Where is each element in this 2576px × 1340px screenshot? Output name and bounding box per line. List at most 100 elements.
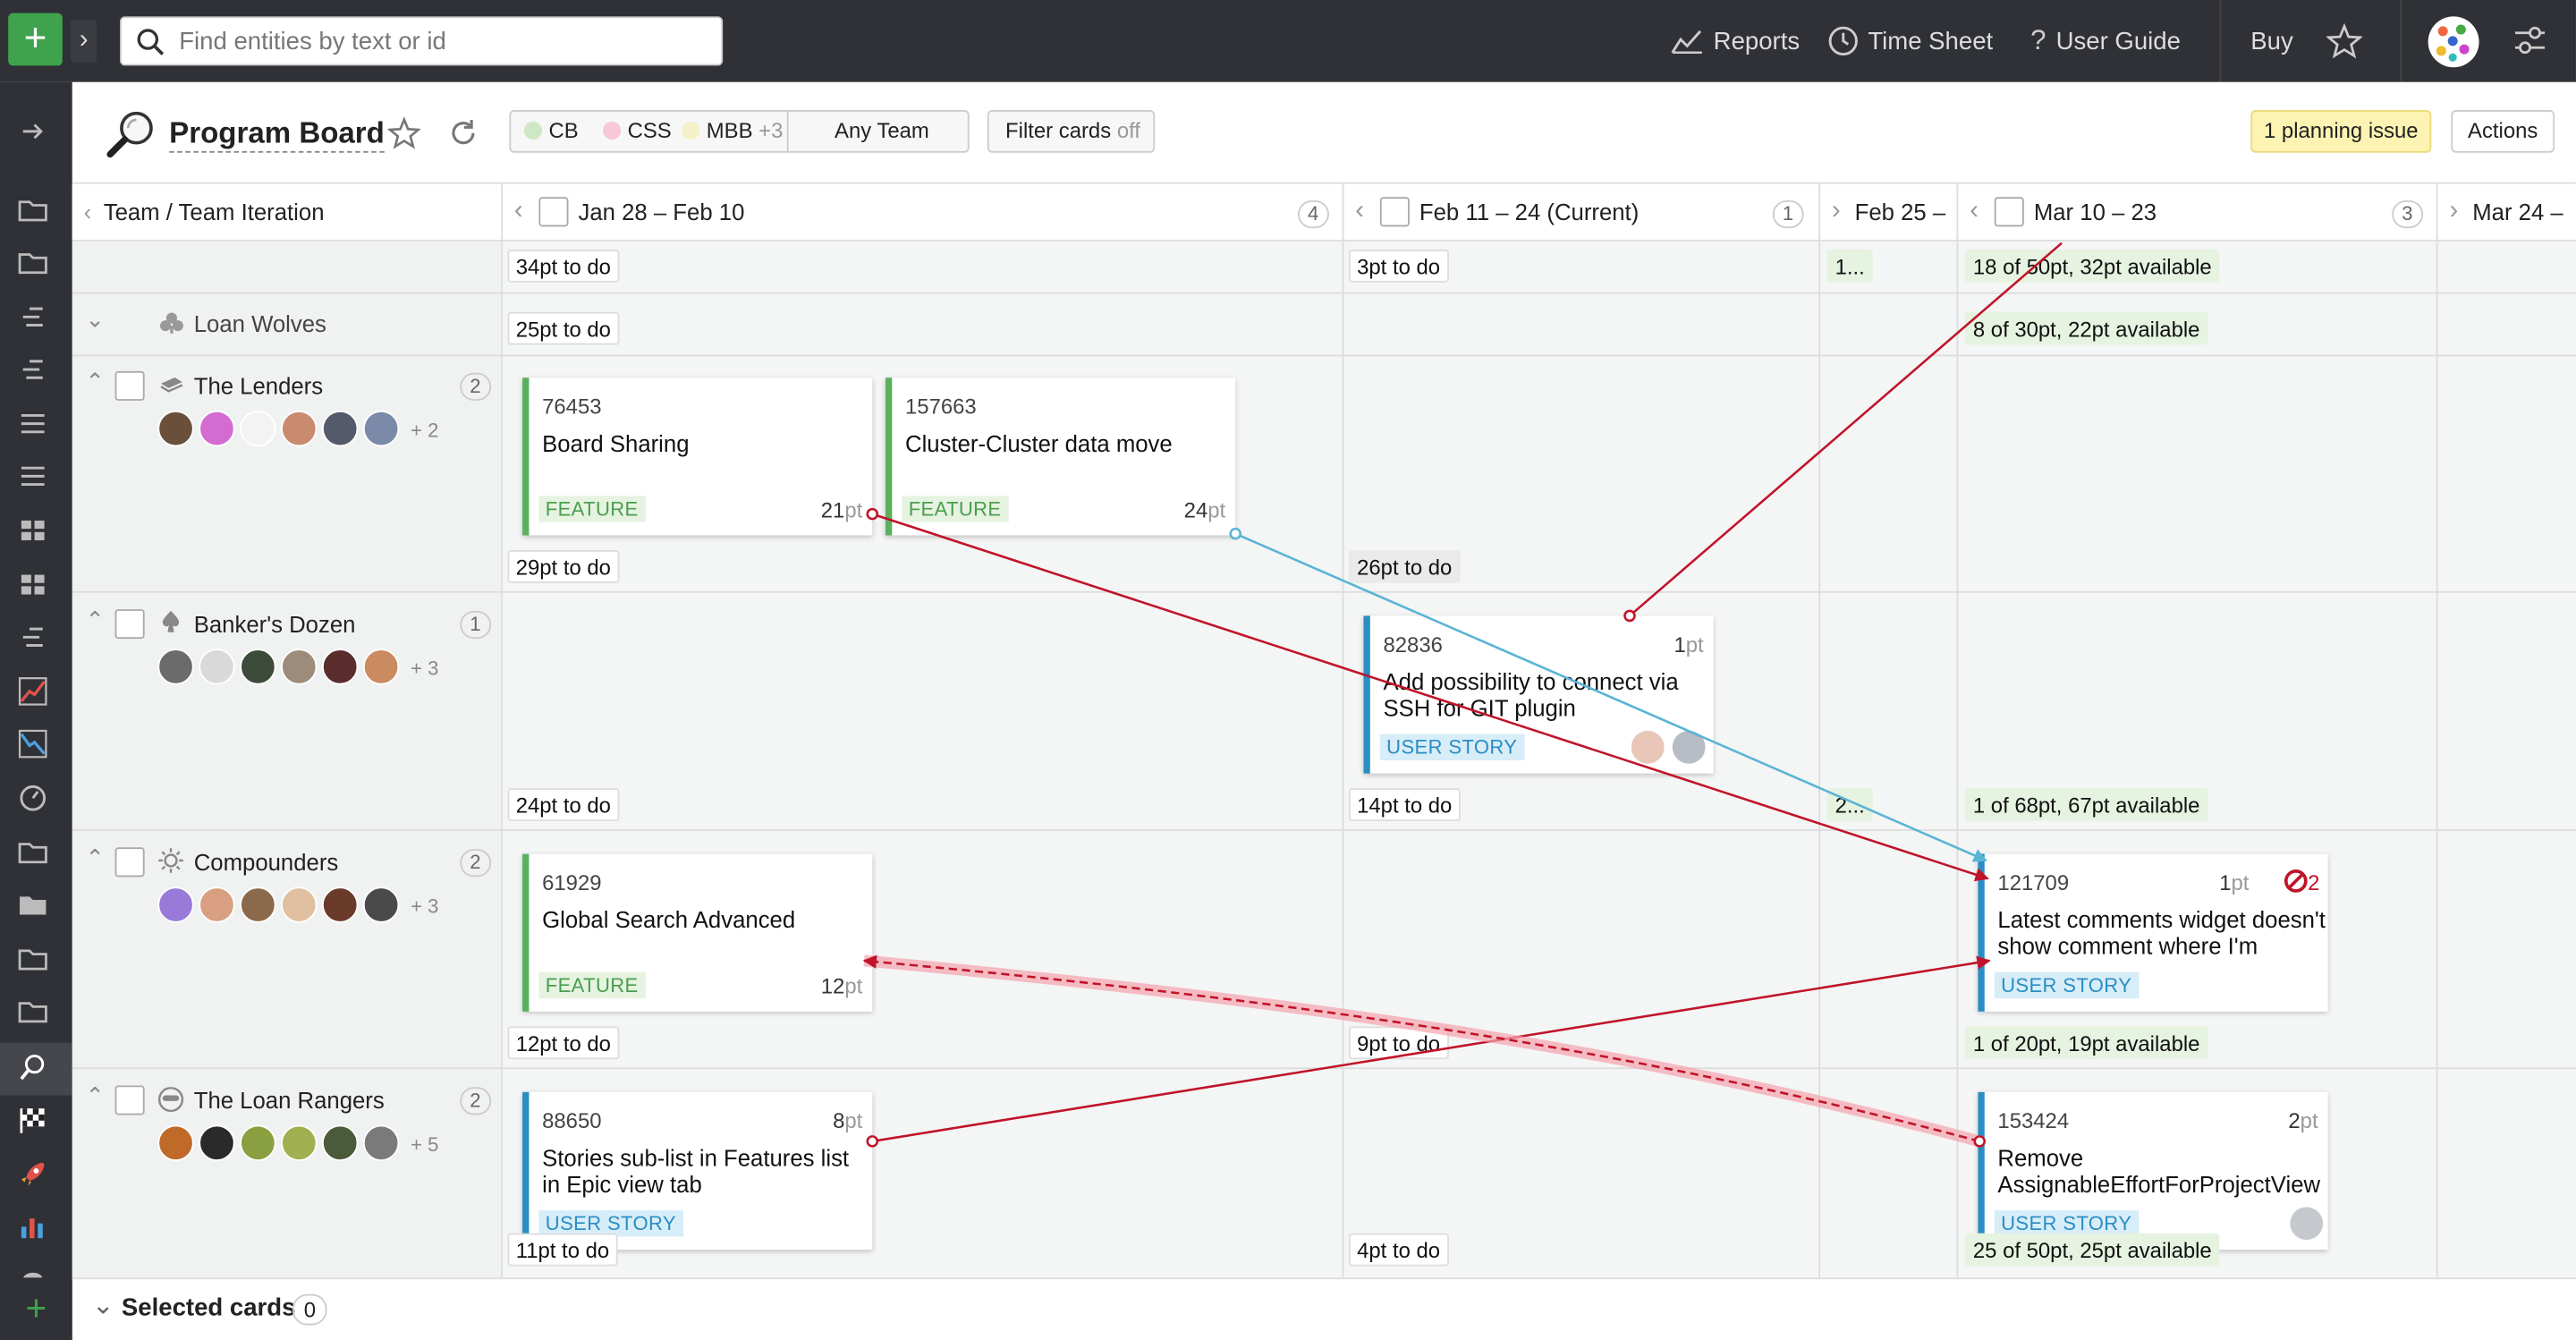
team-member-avatar[interactable] bbox=[240, 649, 275, 684]
team-member-avatar[interactable] bbox=[363, 886, 399, 922]
folder-icon[interactable] bbox=[16, 943, 49, 976]
user-story-card[interactable]: 82836 1pt Add possibility to connect via… bbox=[1363, 615, 1713, 773]
settings-sliders-icon[interactable] bbox=[2512, 23, 2547, 68]
column-checkbox[interactable] bbox=[1380, 197, 1410, 226]
user-story-card[interactable]: 88650 8pt Stories sub-list in Features l… bbox=[522, 1092, 872, 1250]
timeline-icon[interactable] bbox=[16, 621, 49, 654]
chevron-left-icon[interactable]: ‹ bbox=[84, 184, 92, 240]
collapse-icon[interactable]: ⌃ bbox=[86, 1082, 106, 1110]
team-name[interactable]: The Loan Rangers bbox=[194, 1087, 385, 1113]
team-checkbox[interactable] bbox=[115, 847, 145, 877]
team-member-avatar[interactable] bbox=[157, 649, 193, 684]
list-icon[interactable] bbox=[16, 460, 49, 493]
filter-mbb[interactable]: MBB +3 bbox=[682, 112, 783, 151]
chevron-left-icon[interactable]: ‹ bbox=[514, 184, 523, 240]
reports-link[interactable]: Reports bbox=[1671, 0, 1800, 82]
folder-icon[interactable] bbox=[16, 246, 49, 279]
filter-cb[interactable]: CB bbox=[524, 112, 579, 151]
arrow-right-icon[interactable] bbox=[16, 115, 49, 148]
assignee-avatar[interactable] bbox=[1630, 729, 1665, 765]
chevron-right-icon[interactable]: › bbox=[2450, 184, 2459, 240]
timesheet-link[interactable]: Time Sheet bbox=[1828, 0, 1993, 82]
feature-card[interactable]: 157663 Cluster-Cluster data move FEATURE… bbox=[886, 377, 1235, 535]
team-member-avatar[interactable] bbox=[157, 886, 193, 922]
buy-link[interactable]: Buy bbox=[2250, 0, 2292, 82]
more-members[interactable]: + 3 bbox=[411, 895, 438, 919]
more-members[interactable]: + 5 bbox=[411, 1133, 438, 1157]
team-checkbox[interactable] bbox=[115, 371, 145, 401]
add-sidebar-icon[interactable]: + bbox=[0, 1277, 72, 1340]
board-icon[interactable] bbox=[16, 514, 49, 547]
chart-down-icon[interactable] bbox=[16, 727, 49, 760]
list-icon[interactable] bbox=[16, 407, 49, 440]
team-checkbox[interactable] bbox=[115, 1085, 145, 1115]
feature-card[interactable]: 61929 Global Search Advanced FEATURE 12p… bbox=[522, 854, 872, 1012]
more-members[interactable]: + 2 bbox=[411, 419, 438, 442]
collapse-icon[interactable]: ⌃ bbox=[86, 606, 106, 633]
timeline-icon[interactable] bbox=[16, 301, 49, 334]
user-story-card[interactable]: 153424 2pt Remove AssignableEffortForPro… bbox=[1978, 1092, 2327, 1250]
team-member-avatar[interactable] bbox=[363, 649, 399, 684]
team-name[interactable]: Banker's Dozen bbox=[194, 611, 356, 637]
chevron-left-icon[interactable]: ‹ bbox=[1970, 184, 1979, 240]
team-name[interactable]: The Lenders bbox=[194, 373, 323, 399]
user-guide-link[interactable]: ? User Guide bbox=[2030, 0, 2181, 82]
folder-icon[interactable] bbox=[16, 194, 49, 227]
team-name[interactable]: Compounders bbox=[194, 849, 339, 875]
team-member-avatar[interactable] bbox=[281, 886, 317, 922]
team-member-avatar[interactable] bbox=[281, 649, 317, 684]
team-member-avatar[interactable] bbox=[322, 1125, 358, 1161]
team-checkbox[interactable] bbox=[115, 609, 145, 639]
refresh-icon[interactable] bbox=[447, 116, 480, 149]
collapse-icon[interactable]: ⌃ bbox=[86, 368, 106, 395]
team-member-avatar[interactable] bbox=[157, 411, 193, 446]
column-checkbox[interactable] bbox=[1995, 197, 2024, 226]
team-member-avatar[interactable] bbox=[322, 411, 358, 446]
dashboard-icon[interactable] bbox=[16, 782, 49, 815]
folder-icon[interactable] bbox=[16, 835, 49, 869]
team-member-avatar[interactable] bbox=[322, 886, 358, 922]
assignee-avatar[interactable] bbox=[1671, 729, 1707, 765]
feature-card[interactable]: 76453 Board Sharing FEATURE 21pt bbox=[522, 377, 872, 535]
folder-icon[interactable] bbox=[16, 995, 49, 1028]
checkered-flag-icon[interactable] bbox=[16, 1104, 49, 1137]
folder-icon[interactable] bbox=[16, 888, 49, 921]
collapse-icon[interactable]: ⌃ bbox=[86, 844, 106, 872]
chevron-left-icon[interactable]: ‹ bbox=[1355, 184, 1364, 240]
collapse-icon[interactable]: ⌄ bbox=[86, 305, 106, 333]
actions-button[interactable]: Actions bbox=[2451, 110, 2555, 153]
team-member-avatar[interactable] bbox=[363, 1125, 399, 1161]
team-member-avatar[interactable] bbox=[199, 1125, 234, 1161]
team-member-avatar[interactable] bbox=[157, 1125, 193, 1161]
chevron-right-icon[interactable]: › bbox=[1832, 184, 1841, 240]
user-story-card[interactable]: 121709 1pt 2 Latest comments widget does… bbox=[1978, 854, 2327, 1012]
team-member-avatar[interactable] bbox=[199, 886, 234, 922]
team-member-avatar[interactable] bbox=[240, 411, 275, 446]
star-icon[interactable] bbox=[387, 116, 420, 149]
rocket-icon[interactable] bbox=[16, 1158, 49, 1191]
program-board-search-icon[interactable] bbox=[16, 1051, 49, 1084]
column-checkbox[interactable] bbox=[538, 197, 568, 226]
team-member-avatar[interactable] bbox=[322, 649, 358, 684]
assignee-avatar[interactable] bbox=[2289, 1205, 2325, 1241]
timeline-icon[interactable] bbox=[16, 353, 49, 386]
collapse-icon[interactable]: ⌄ bbox=[92, 1289, 114, 1322]
team-member-avatar[interactable] bbox=[240, 886, 275, 922]
more-members[interactable]: + 3 bbox=[411, 657, 438, 680]
planning-issue-badge[interactable]: 1 planning issue bbox=[2250, 110, 2431, 153]
filter-css[interactable]: CSS bbox=[603, 112, 672, 151]
team-member-avatar[interactable] bbox=[281, 411, 317, 446]
favorites-star-icon[interactable] bbox=[2326, 23, 2362, 68]
bar-chart-icon[interactable] bbox=[16, 1210, 49, 1243]
team-member-avatar[interactable] bbox=[281, 1125, 317, 1161]
search-input[interactable]: Find entities by text or id bbox=[120, 16, 723, 65]
board-icon[interactable] bbox=[16, 568, 49, 601]
expand-sidebar-icon[interactable]: › bbox=[71, 20, 97, 63]
add-button[interactable]: + bbox=[8, 13, 63, 66]
chart-up-icon[interactable] bbox=[16, 675, 49, 708]
blocked-indicator[interactable]: 2 bbox=[2284, 869, 2320, 895]
team-name[interactable]: Loan Wolves bbox=[194, 310, 326, 336]
team-member-avatar[interactable] bbox=[199, 411, 234, 446]
user-avatar[interactable] bbox=[2428, 16, 2479, 67]
page-title[interactable]: Program Board bbox=[169, 115, 385, 153]
